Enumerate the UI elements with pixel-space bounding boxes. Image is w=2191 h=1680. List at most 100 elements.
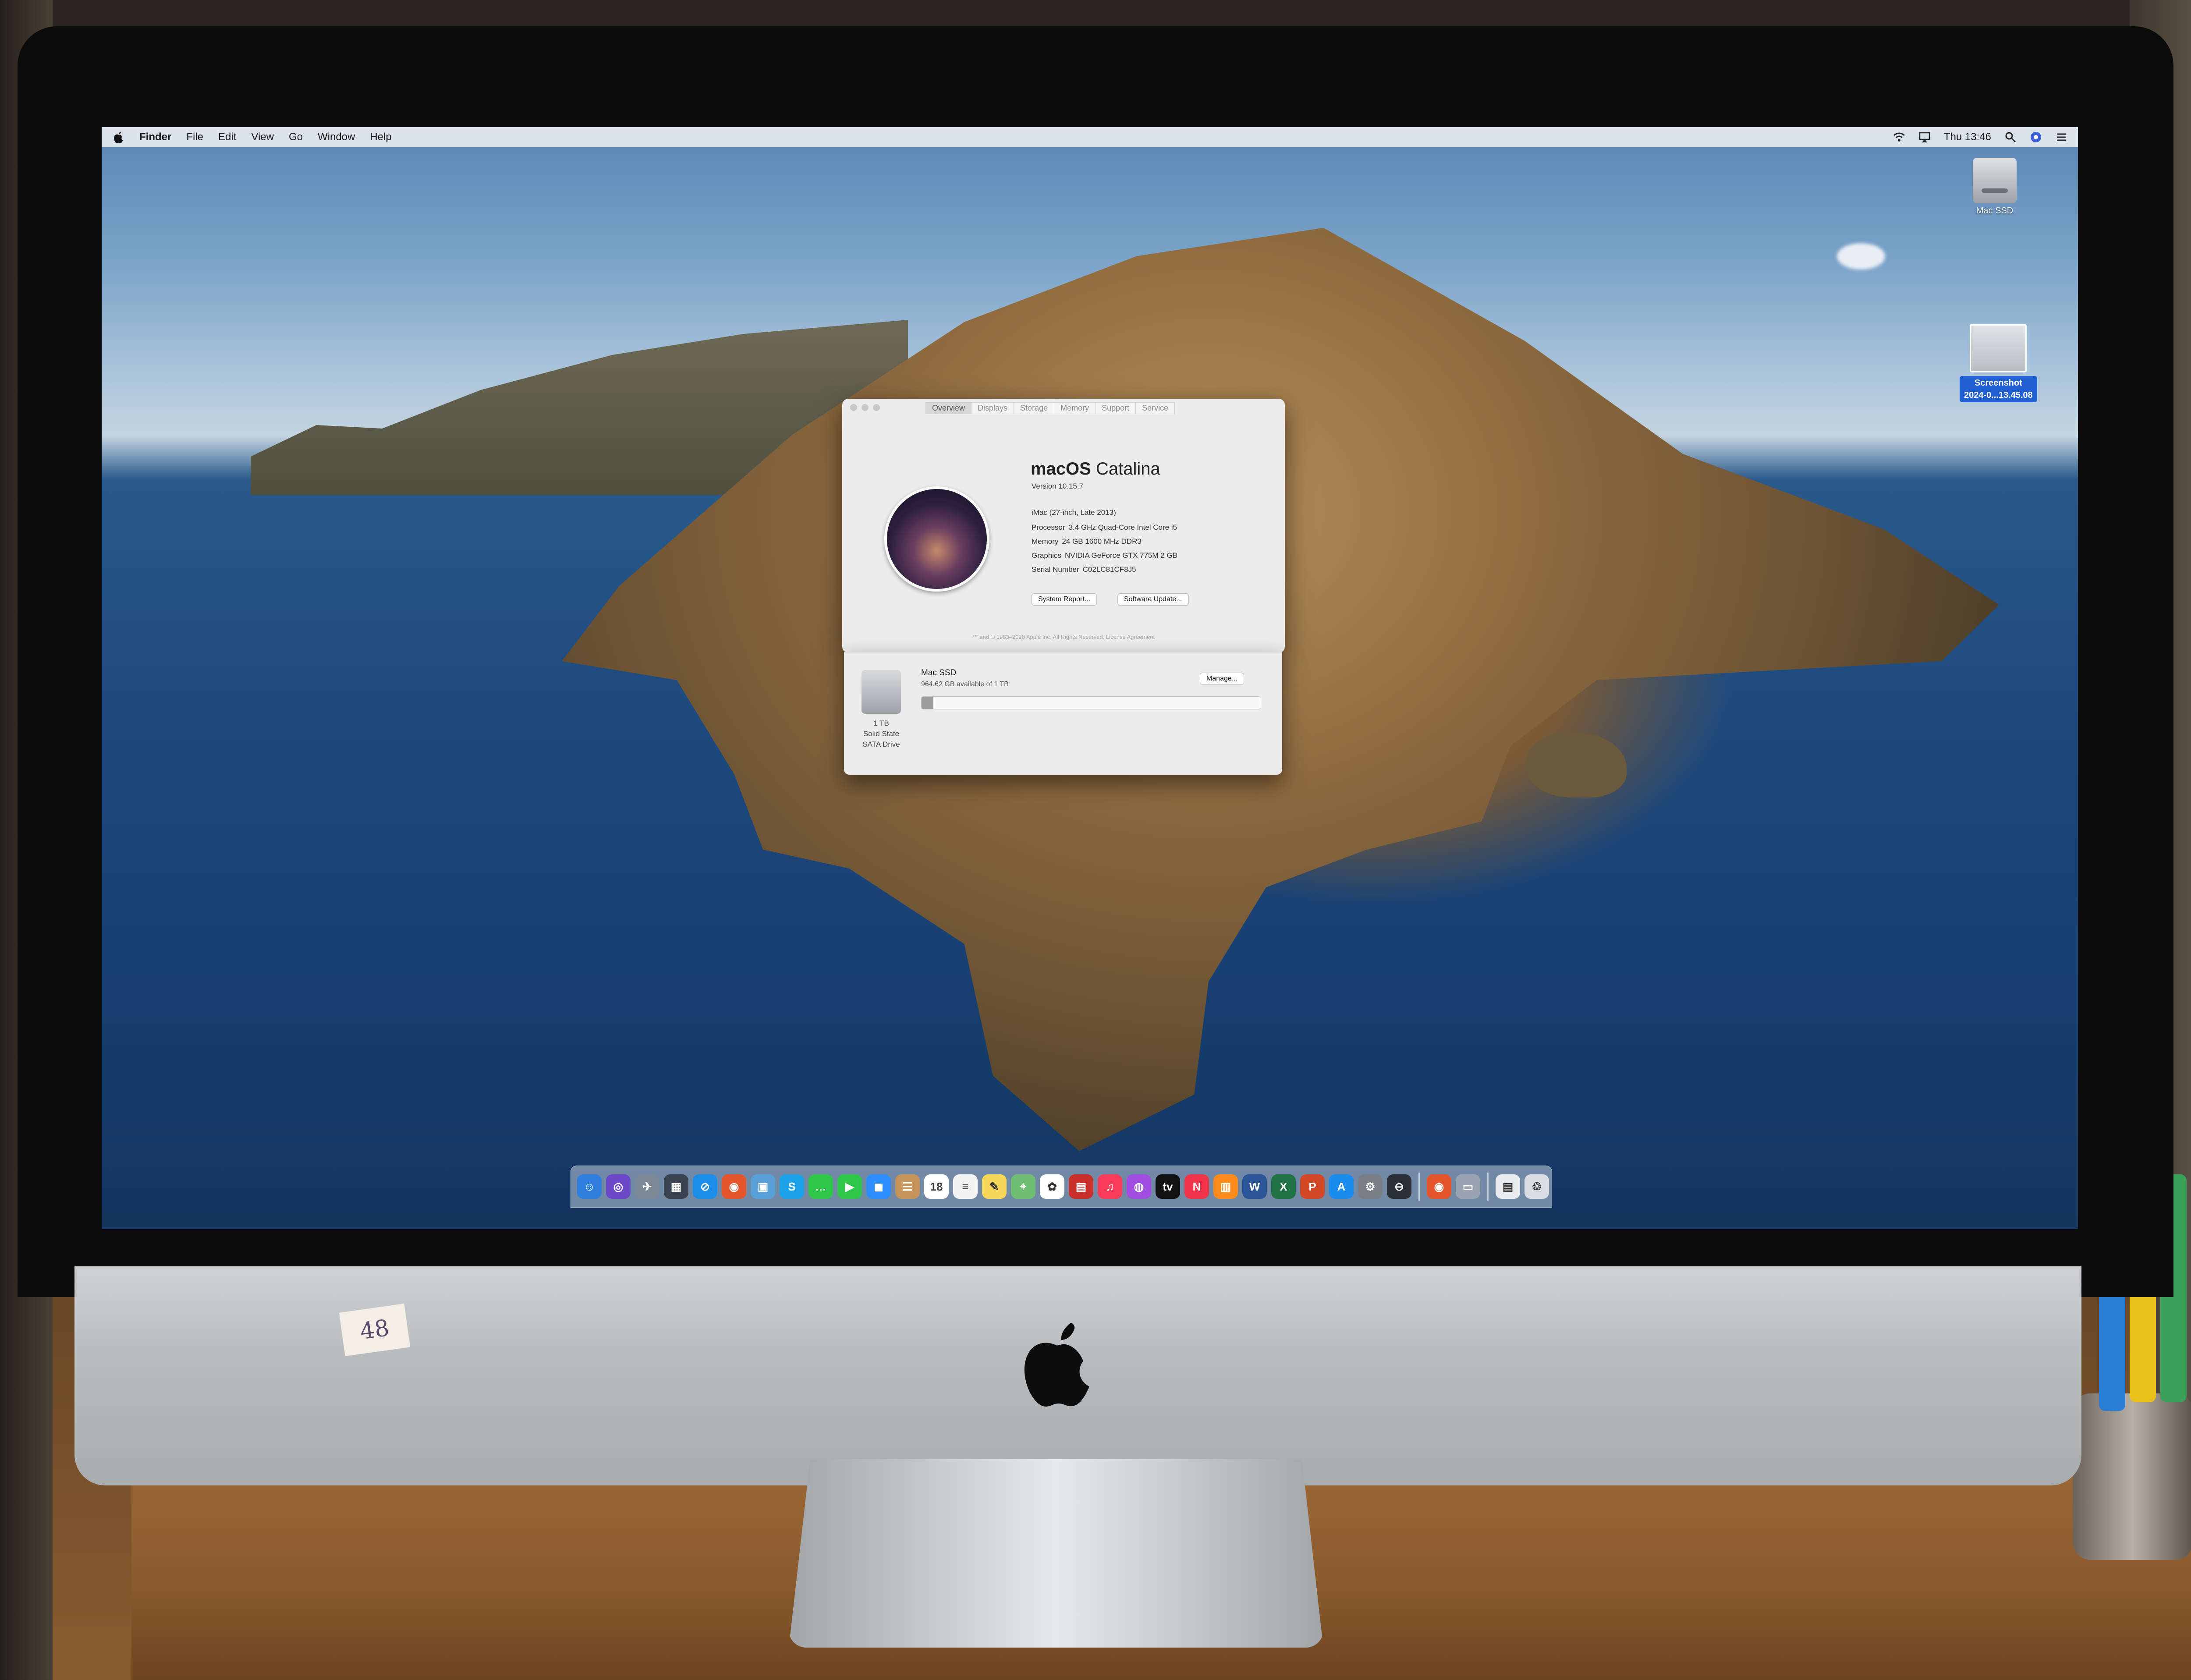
pen-cup <box>2073 1393 2191 1560</box>
menu-finder[interactable]: Finder <box>139 131 171 143</box>
zoom-icon[interactable]: ◼ <box>866 1174 891 1199</box>
disk-name: Mac SSD <box>921 668 957 677</box>
downloads-stack-icon[interactable]: ▤ <box>1496 1174 1520 1199</box>
price-sticker: 48 <box>339 1304 411 1356</box>
calendar-icon[interactable]: 18 <box>924 1174 949 1199</box>
os-name-light: Catalina <box>1096 459 1160 478</box>
menu-help[interactable]: Help <box>370 131 391 143</box>
dock: ☺ ◎ ✈ ▦ ⊘ ◉ ▣ S… ▶ ◼ ☰ 18 ≡ ✎ ⌖ ✿ ▤ ♫ ◍ tv N ▥ W X P A ⚙ ⊖ ◉ ▭ ▤ ♲ <box>571 1166 1552 1208</box>
window-titlebar: Overview Displays Storage Memory Support… <box>842 399 1285 416</box>
minimize-window-button[interactable] <box>862 404 869 411</box>
os-name-bold: macOS <box>1031 459 1091 478</box>
screenshot-label-line2: 2024-0...13.45.08 <box>1964 390 2033 400</box>
word-icon[interactable]: W <box>1242 1174 1267 1199</box>
screenshot-label: Screenshot 2024-0...13.45.08 <box>1960 376 2037 402</box>
storage-drive-icon <box>862 670 901 714</box>
close-window-button[interactable] <box>850 404 857 411</box>
system-report-button[interactable]: System Report... <box>1032 593 1097 606</box>
spec-graphics: Graphics NVIDIA GeForce GTX 775M 2 GB <box>1032 551 1177 560</box>
podcasts-icon[interactable]: ◍ <box>1127 1174 1151 1199</box>
menu-edit[interactable]: Edit <box>218 131 236 143</box>
messages-icon[interactable]: … <box>808 1174 833 1199</box>
notes-icon[interactable]: ✎ <box>982 1174 1007 1199</box>
menu-bar: Finder File Edit View Go Window Help Thu… <box>102 127 2078 147</box>
screenshot-thumbnail-icon <box>1970 324 2027 372</box>
spec-value: C02LC81CF8J5 <box>1082 565 1136 574</box>
image-capture-icon[interactable]: ▭ <box>1456 1174 1480 1199</box>
about-tabs: Overview Displays Storage Memory Support… <box>925 402 1175 414</box>
tab-storage[interactable]: Storage <box>1014 402 1054 414</box>
spec-value: NVIDIA GeForce GTX 775M 2 GB <box>1065 551 1178 560</box>
desktop-hdd-label: Mac SSD <box>1976 206 2014 216</box>
tab-displays[interactable]: Displays <box>971 402 1014 414</box>
reminders-icon[interactable]: ≡ <box>953 1174 978 1199</box>
notification-center-icon[interactable] <box>2055 131 2067 143</box>
hard-drive-icon <box>1973 158 2017 203</box>
news-icon[interactable]: N <box>1184 1174 1209 1199</box>
zoom-window-button[interactable] <box>873 404 880 411</box>
safari-icon[interactable]: ⊘ <box>693 1174 717 1199</box>
trash-icon[interactable]: ♲ <box>1524 1174 1549 1199</box>
spec-value: 24 GB 1600 MHz DDR3 <box>1062 537 1142 546</box>
siri-icon[interactable]: ◎ <box>606 1174 631 1199</box>
tab-service[interactable]: Service <box>1135 402 1175 414</box>
imac-screen: Finder File Edit View Go Window Help Thu… <box>102 127 2078 1229</box>
disk-available: 964.62 GB available of 1 TB <box>921 681 1009 688</box>
photos-icon[interactable]: ✿ <box>1040 1174 1064 1199</box>
contacts-icon[interactable]: ☰ <box>895 1174 920 1199</box>
os-name: macOS Catalina <box>1031 459 1160 479</box>
macos-catalina-logo-icon <box>884 486 989 592</box>
software-update-button[interactable]: Software Update... <box>1117 593 1189 606</box>
maps-icon[interactable]: ⌖ <box>1011 1174 1035 1199</box>
powerpoint-icon[interactable]: P <box>1300 1174 1325 1199</box>
menu-file[interactable]: File <box>186 131 203 143</box>
tv-icon[interactable]: tv <box>1156 1174 1180 1199</box>
finder-icon[interactable]: ☺ <box>577 1174 602 1199</box>
airplay-icon[interactable] <box>1918 131 1931 143</box>
firefox-icon[interactable]: ◉ <box>722 1174 746 1199</box>
drive-type-line2: SATA Drive <box>862 740 900 748</box>
apple-menu-icon[interactable] <box>112 131 124 144</box>
menu-view[interactable]: View <box>251 131 274 143</box>
wifi-icon[interactable] <box>1893 131 1905 143</box>
siri-icon[interactable] <box>2030 131 2042 143</box>
firefox-recent-icon[interactable]: ◉ <box>1427 1174 1451 1199</box>
mission-control-icon[interactable]: ▦ <box>664 1174 688 1199</box>
launchpad-icon[interactable]: ✈ <box>635 1174 659 1199</box>
drive-caption: 1 TB Solid State SATA Drive <box>853 718 910 750</box>
skype-icon[interactable]: S <box>780 1174 804 1199</box>
dock-separator <box>1418 1173 1420 1201</box>
status-area: Thu 13:46 <box>1893 131 2067 143</box>
desktop-screenshot-item[interactable]: Screenshot 2024-0...13.45.08 <box>1960 324 2037 402</box>
copyright-text: ™ and © 1983–2020 Apple Inc. All Rights … <box>972 634 1155 640</box>
about-this-mac-window: Overview Displays Storage Memory Support… <box>842 399 1285 653</box>
tab-overview[interactable]: Overview <box>925 402 971 414</box>
spec-processor: Processor 3.4 GHz Quad-Core Intel Core i5 <box>1032 523 1177 532</box>
books-icon[interactable]: ▥ <box>1213 1174 1238 1199</box>
tab-memory[interactable]: Memory <box>1054 402 1096 414</box>
menu-clock[interactable]: Thu 13:46 <box>1944 131 1991 143</box>
preview-icon[interactable]: ▣ <box>751 1174 775 1199</box>
spec-key: Memory <box>1032 537 1059 546</box>
utility-icon[interactable]: ⊖ <box>1387 1174 1411 1199</box>
facetime-icon[interactable]: ▶ <box>837 1174 862 1199</box>
spec-serial-number: Serial Number C02LC81CF8J5 <box>1032 565 1136 574</box>
photo-booth-icon[interactable]: ▤ <box>1069 1174 1093 1199</box>
imac-stand <box>789 1459 1323 1648</box>
storage-panel: 1 TB Solid State SATA Drive Mac SSD 964.… <box>844 652 1282 775</box>
spotlight-search-icon[interactable] <box>2004 131 2017 143</box>
manage-button[interactable]: Manage... <box>1200 673 1244 685</box>
storage-usage-bar <box>921 696 1261 709</box>
tab-support[interactable]: Support <box>1095 402 1136 414</box>
app-store-icon[interactable]: A <box>1329 1174 1354 1199</box>
excel-icon[interactable]: X <box>1271 1174 1296 1199</box>
os-version: Version 10.15.7 <box>1032 482 1084 490</box>
spec-value: 3.4 GHz Quad-Core Intel Core i5 <box>1068 523 1177 532</box>
menu-window[interactable]: Window <box>318 131 355 143</box>
music-icon[interactable]: ♫ <box>1098 1174 1122 1199</box>
system-preferences-icon[interactable]: ⚙ <box>1358 1174 1383 1199</box>
screenshot-label-line1: Screenshot <box>1974 378 2022 388</box>
desktop-hdd-item[interactable]: Mac SSD <box>1973 158 2017 216</box>
drive-type-line1: Solid State <box>863 730 900 738</box>
menu-go[interactable]: Go <box>289 131 303 143</box>
